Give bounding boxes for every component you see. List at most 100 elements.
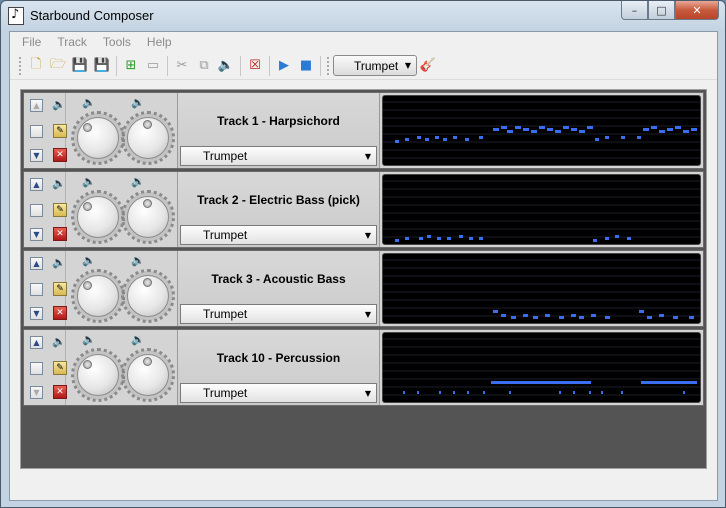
move-up-button[interactable]: ▲ [30, 336, 43, 349]
note [637, 136, 641, 139]
new-file-icon[interactable]: 🗋 [25, 55, 47, 77]
edit-icon[interactable]: ✎ [53, 282, 67, 296]
piano-roll-canvas [383, 338, 700, 396]
save-as-icon[interactable]: 💾 [91, 55, 113, 77]
guitar-icon[interactable]: 🎸 [417, 55, 439, 77]
edit-icon[interactable]: ✎ [53, 361, 67, 375]
add-track-icon[interactable]: ⊞ [120, 55, 142, 77]
note [395, 239, 399, 242]
note [673, 316, 678, 319]
note [405, 237, 409, 240]
piano-roll[interactable] [382, 174, 701, 245]
stop-icon[interactable]: ■ [295, 55, 317, 77]
piano-roll[interactable] [382, 332, 701, 403]
track-checkbox[interactable] [30, 283, 43, 296]
track-instrument-select[interactable]: Trumpet ▼ [180, 225, 377, 245]
instrument-select-value: Trumpet [354, 58, 399, 73]
track-name: Track 2 - Electric Bass (pick) [197, 193, 360, 207]
note [651, 126, 657, 129]
track-row[interactable]: ▲ 🔈 ✎ ▼ ✕ 🔈 🔉 Track 1 - Harpsichord Trum… [23, 92, 704, 169]
volume-icon: 🔈 [82, 175, 96, 188]
move-down-button[interactable]: ▼ [30, 386, 43, 399]
balance-icon: 🔉 [131, 175, 145, 188]
note [443, 138, 447, 141]
track-checkbox[interactable] [30, 362, 43, 375]
menu-file[interactable]: File [14, 35, 49, 49]
speaker-icon[interactable]: 🔈 [52, 177, 66, 191]
note [571, 128, 577, 131]
speaker-icon[interactable]: 🔈 [52, 256, 66, 270]
move-up-button[interactable]: ▲ [30, 178, 43, 191]
save-icon[interactable]: 💾 [69, 55, 91, 77]
delete-icon[interactable]: ✕ [53, 148, 67, 162]
volume-icon: 🔈 [82, 96, 96, 109]
close-button[interactable]: ✕ [675, 1, 719, 20]
instrument-select[interactable]: Trumpet ▼ [333, 55, 417, 76]
track-checkbox[interactable] [30, 204, 43, 217]
menu-tools[interactable]: Tools [95, 35, 139, 49]
piano-roll[interactable] [382, 253, 701, 324]
delete-icon[interactable]: ✕ [53, 306, 67, 320]
note [511, 316, 516, 319]
note [467, 391, 469, 394]
balance-icon: 🔉 [131, 96, 145, 109]
toolbar-grip[interactable] [19, 56, 22, 75]
maximize-button[interactable]: □ [648, 1, 675, 20]
edit-icon[interactable]: ✎ [53, 203, 67, 217]
delete-track-icon[interactable]: ☒ [244, 55, 266, 77]
menu-track[interactable]: Track [49, 35, 95, 49]
speaker-icon[interactable]: 🔈 [52, 335, 66, 349]
note [605, 316, 610, 319]
speaker-icon[interactable]: 🔈 [52, 98, 66, 112]
track-info: Track 1 - Harpsichord Trumpet ▼ [178, 93, 380, 168]
track-instrument-select[interactable]: Trumpet ▼ [180, 383, 377, 403]
balance-knob[interactable] [121, 190, 175, 244]
note [605, 237, 609, 240]
note [595, 138, 599, 141]
cut-icon[interactable]: ✂ [171, 55, 193, 77]
move-down-button[interactable]: ▼ [30, 307, 43, 320]
client-area: File Track Tools Help 🗋 🗁 💾 💾 ⊞ ▭ ✂ ⧉ 🔈 … [9, 31, 718, 501]
delete-icon[interactable]: ✕ [53, 385, 67, 399]
volume-knob[interactable] [71, 111, 125, 165]
copy-icon[interactable]: ⧉ [193, 55, 215, 77]
toolbar: 🗋 🗁 💾 💾 ⊞ ▭ ✂ ⧉ 🔈 ☒ ▶ ■ Trumpet ▼ 🎸 [10, 52, 717, 80]
track-row[interactable]: ▲ 🔈 ✎ ▼ ✕ 🔈 🔉 Track 2 - Electric Bass (p… [23, 171, 704, 248]
volume-knob[interactable] [71, 269, 125, 323]
minimize-button[interactable]: – [621, 1, 648, 20]
volume-knob[interactable] [71, 190, 125, 244]
open-file-icon[interactable]: 🗁 [47, 55, 69, 77]
toolbar-grip[interactable] [327, 56, 330, 75]
track-instrument-select[interactable]: Trumpet ▼ [180, 146, 377, 166]
menu-help[interactable]: Help [139, 35, 180, 49]
status-bar [10, 478, 717, 500]
move-down-button[interactable]: ▼ [30, 149, 43, 162]
note [479, 136, 483, 139]
track-checkbox[interactable] [30, 125, 43, 138]
title-bar[interactable]: Starbound Composer – □ ✕ [1, 1, 725, 31]
move-up-button[interactable]: ▲ [30, 99, 43, 112]
track-instrument-select[interactable]: Trumpet ▼ [180, 304, 377, 324]
chevron-down-icon: ▼ [404, 61, 411, 70]
note [405, 138, 409, 141]
track-row[interactable]: ▲ 🔈 ✎ ▼ ✕ 🔈 🔉 Track 10 - Percussion Trum… [23, 329, 704, 406]
edit-icon[interactable]: ✎ [53, 124, 67, 138]
mute-icon[interactable]: 🔈 [215, 55, 237, 77]
note [691, 128, 697, 131]
balance-knob[interactable] [121, 111, 175, 165]
delete-icon[interactable]: ✕ [53, 227, 67, 241]
move-up-button[interactable]: ▲ [30, 257, 43, 270]
note [641, 381, 697, 384]
balance-knob[interactable] [121, 348, 175, 402]
balance-knob[interactable] [121, 269, 175, 323]
remove-track-icon[interactable]: ▭ [142, 55, 164, 77]
note [647, 316, 652, 319]
move-down-button[interactable]: ▼ [30, 228, 43, 241]
play-icon[interactable]: ▶ [273, 55, 295, 77]
note [559, 391, 561, 394]
volume-knob[interactable] [71, 348, 125, 402]
note [501, 126, 507, 129]
track-row[interactable]: ▲ 🔈 ✎ ▼ ✕ 🔈 🔉 Track 3 - Acoustic Bass Tr… [23, 250, 704, 327]
piano-roll[interactable] [382, 95, 701, 166]
note [667, 128, 673, 131]
